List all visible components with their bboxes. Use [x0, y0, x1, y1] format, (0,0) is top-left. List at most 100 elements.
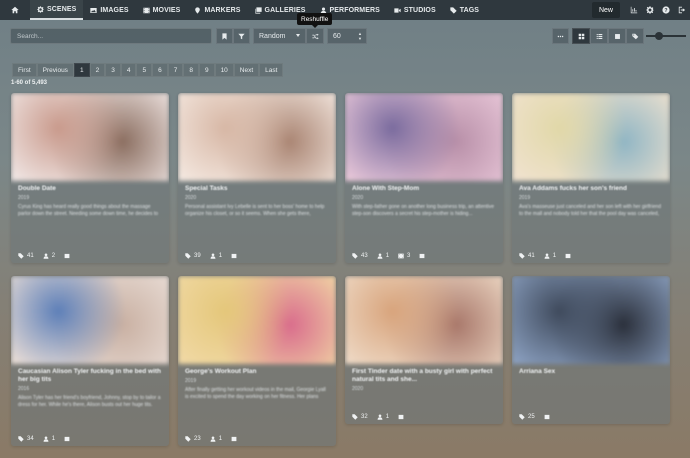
tag-count-button[interactable]: 41 [519, 253, 535, 259]
tag-count-button[interactable]: 34 [18, 436, 34, 442]
tag-count-button[interactable]: 23 [185, 436, 201, 442]
scene-card[interactable]: Special Tasks 2020 Personal assistant Ivy … [178, 93, 336, 263]
page-button-5[interactable]: 5 [136, 63, 153, 77]
list-view-button[interactable] [590, 28, 608, 44]
page-button-2[interactable]: 2 [89, 63, 106, 77]
scene-thumbnail[interactable] [345, 93, 503, 181]
page-button-9[interactable]: 9 [198, 63, 215, 77]
zoom-slider[interactable] [646, 35, 686, 37]
performer-count-button[interactable]: 1 [210, 253, 222, 259]
stats-button[interactable] [626, 0, 642, 20]
last-page-button[interactable]: Last [259, 63, 284, 77]
performer-count: 1 [552, 253, 557, 259]
performer-count: 1 [385, 253, 390, 259]
movie-count-button[interactable]: 3 [398, 253, 410, 259]
performer-count-button[interactable]: 1 [544, 253, 556, 259]
organized-button[interactable] [231, 253, 237, 259]
nav-item-studios[interactable]: Studios [387, 0, 443, 20]
scene-thumbnail[interactable] [178, 93, 336, 181]
nav-item-scenes[interactable]: Scenes [30, 0, 84, 20]
scene-thumbnail[interactable] [512, 93, 670, 181]
new-button[interactable]: New [591, 2, 620, 18]
previous-page-button[interactable]: Previous [36, 63, 74, 77]
scene-card[interactable]: Alone With Step-Mom 2020 With step-father … [345, 93, 503, 263]
video-icon [394, 7, 401, 14]
scene-title[interactable]: Caucasian Alison Tyler fucking in the be… [18, 368, 162, 384]
box-icon [64, 253, 70, 259]
per-page-select[interactable]: 60 ▲ ▼ [327, 28, 367, 44]
organized-button[interactable] [544, 414, 550, 420]
scene-date: 2020 [185, 195, 197, 201]
film-icon [142, 7, 150, 14]
scene-thumbnail[interactable] [11, 276, 169, 364]
zoom-slider-handle[interactable] [655, 32, 663, 40]
scene-title[interactable]: Special Tasks [185, 185, 329, 193]
more-options-button[interactable] [552, 28, 569, 44]
scene-card[interactable]: George's Workout Plan 2019 After finally g… [178, 276, 336, 446]
page-button-10[interactable]: 10 [214, 63, 234, 77]
next-page-button[interactable]: Next [233, 63, 260, 77]
tag-count-button[interactable]: 25 [519, 414, 535, 420]
organized-button[interactable] [398, 414, 404, 420]
tag-count-button[interactable]: 32 [352, 414, 368, 420]
tag-count-button[interactable]: 39 [185, 253, 201, 259]
nav-item-images[interactable]: Images [83, 0, 135, 20]
performer-count-button[interactable]: 2 [43, 253, 55, 259]
scene-thumbnail[interactable] [345, 276, 503, 364]
scene-description: After finally getting her workout videos… [185, 387, 326, 400]
scene-card[interactable]: Caucasian Alison Tyler fucking in the be… [11, 276, 169, 446]
organized-button[interactable] [419, 253, 425, 259]
reshuffle-tooltip: Reshuffle [297, 13, 333, 28]
page-button-7[interactable]: 7 [167, 63, 184, 77]
scene-card[interactable]: Double Date 2019 Cyrus King has heard real… [11, 93, 169, 263]
tag-count-button[interactable]: 43 [352, 253, 368, 259]
filter-button[interactable] [233, 28, 250, 44]
scene-title[interactable]: Double Date [18, 185, 162, 193]
scene-card[interactable]: First Tinder date with a busty girl with… [345, 276, 503, 424]
scene-thumbnail[interactable] [178, 276, 336, 364]
tags-icon [631, 33, 638, 39]
sort-select[interactable]: Random [253, 28, 306, 44]
organized-button[interactable] [231, 436, 237, 442]
page-button-6[interactable]: 6 [152, 63, 168, 77]
reshuffle-button[interactable] [306, 28, 324, 44]
scene-card[interactable]: Ava Addams fucks her son's friend 2019 Ava… [512, 93, 670, 263]
page-button-4[interactable]: 4 [120, 63, 137, 77]
performer-count-button[interactable]: 1 [43, 436, 55, 442]
organized-button[interactable] [565, 253, 571, 259]
organized-button[interactable] [64, 436, 70, 442]
scene-title[interactable]: First Tinder date with a busty girl with… [352, 368, 496, 384]
nav-item-tags[interactable]: Tags [443, 0, 486, 20]
tag-icon [352, 414, 358, 420]
logout-button[interactable] [674, 0, 690, 20]
tag-icon [450, 6, 457, 14]
movie-count: 3 [407, 253, 411, 259]
grid-view-button[interactable] [572, 28, 590, 44]
scene-thumbnail[interactable] [11, 93, 169, 181]
nav-item-movies[interactable]: Movies [136, 0, 188, 20]
scene-thumbnail[interactable] [512, 276, 670, 364]
wall-view-button[interactable] [608, 28, 626, 44]
scene-title[interactable]: Alone With Step-Mom [352, 185, 496, 193]
tag-count-button[interactable]: 41 [18, 253, 34, 259]
scene-card[interactable]: Arriana Sex 25 [512, 276, 670, 424]
scene-title[interactable]: Ava Addams fucks her son's friend [519, 185, 663, 193]
home-button[interactable] [0, 0, 30, 20]
performer-count: 1 [218, 436, 223, 442]
organized-button[interactable] [64, 253, 70, 259]
search-input[interactable] [10, 28, 212, 44]
settings-button[interactable] [642, 0, 658, 20]
scene-title[interactable]: George's Workout Plan [185, 368, 329, 376]
help-button[interactable]: ? [658, 0, 674, 20]
performer-count-button[interactable]: 1 [210, 436, 222, 442]
saved-filters-button[interactable] [216, 28, 233, 44]
page-button-3[interactable]: 3 [105, 63, 121, 77]
page-button-8[interactable]: 8 [183, 63, 199, 77]
page-button-1[interactable]: 1 [73, 63, 90, 77]
scene-title[interactable]: Arriana Sex [519, 368, 663, 376]
performer-count-button[interactable]: 1 [377, 414, 389, 420]
nav-item-markers[interactable]: Markers [187, 0, 247, 20]
first-page-button[interactable]: First [12, 63, 37, 77]
performer-count-button[interactable]: 1 [377, 253, 389, 259]
tagger-view-button[interactable] [626, 28, 644, 44]
